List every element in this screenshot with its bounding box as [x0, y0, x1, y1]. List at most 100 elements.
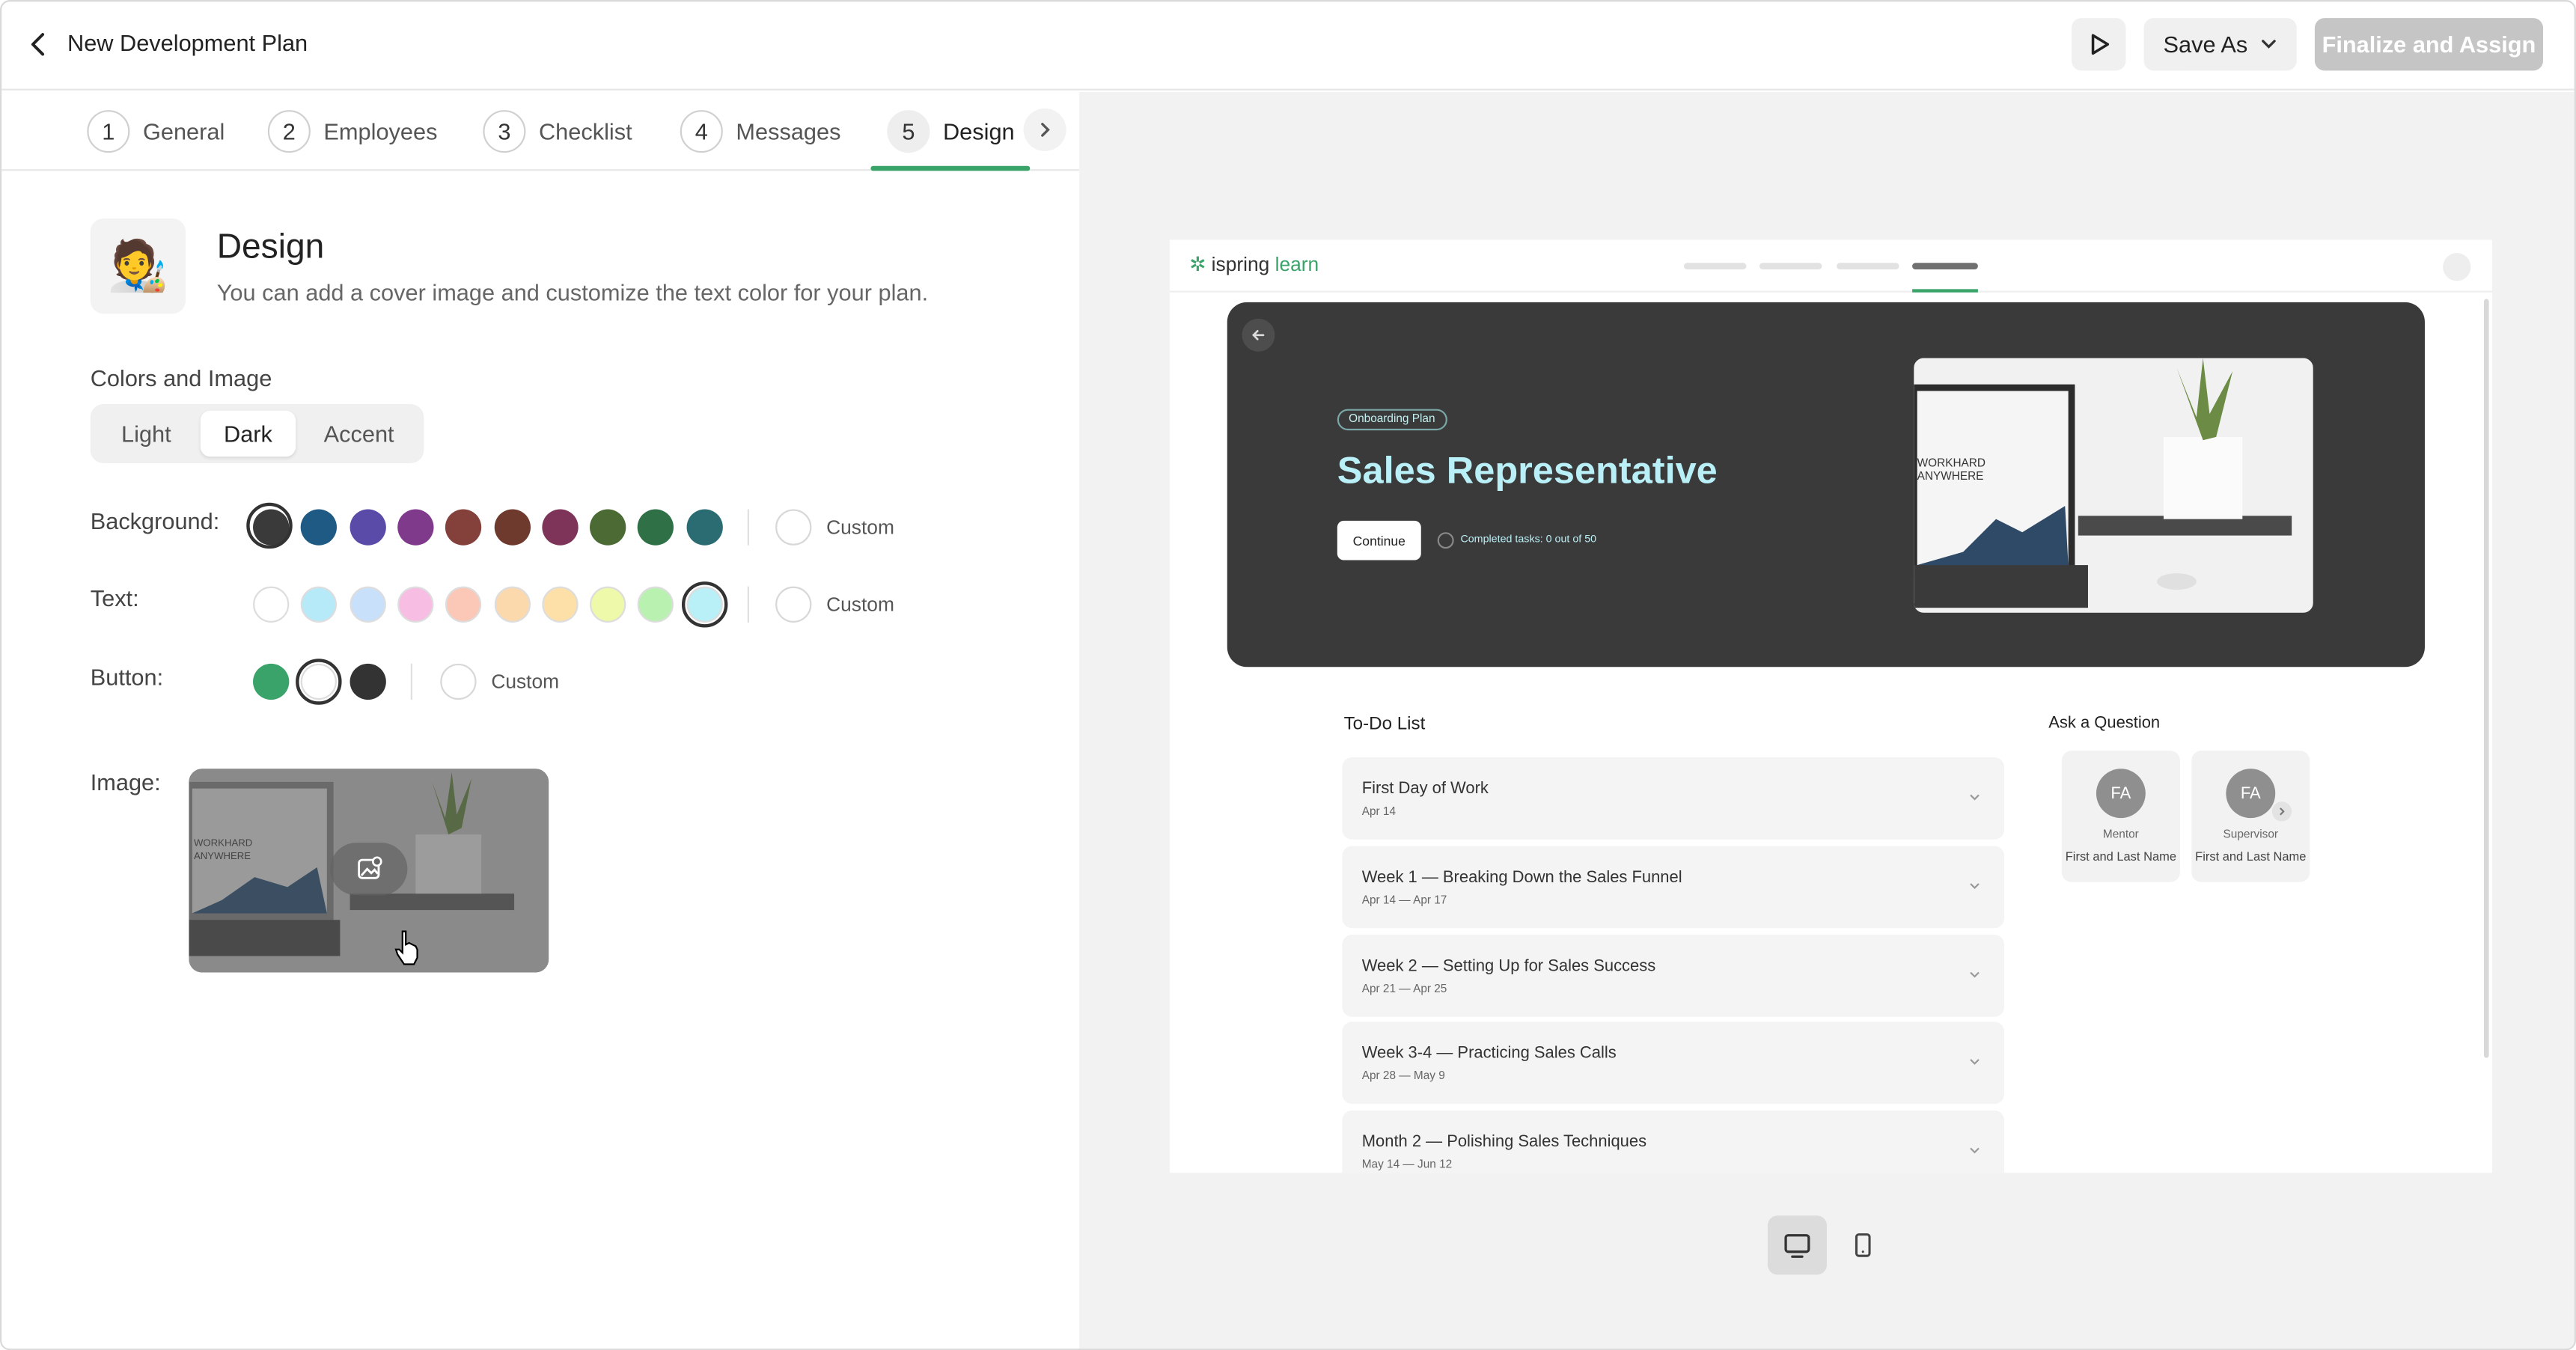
- background-color-swatch[interactable]: [541, 509, 579, 546]
- text-color-swatch[interactable]: [681, 581, 727, 628]
- tab-general[interactable]: 1 General: [87, 109, 225, 154]
- background-color-swatch[interactable]: [590, 509, 626, 546]
- person-role: Supervisor: [2223, 829, 2279, 841]
- chevron-right-icon: [2280, 807, 2285, 816]
- todo-item-title: Week 1 — Breaking Down the Sales Funnel: [1361, 869, 1682, 888]
- active-tab-indicator: [870, 165, 1031, 171]
- tab-label: General: [142, 118, 225, 145]
- avatar: FA: [2096, 769, 2146, 819]
- text-color-swatch[interactable]: [445, 586, 482, 623]
- button-color-swatch[interactable]: [349, 663, 385, 700]
- todo-item-date: Apr 21 — Apr 25: [1361, 983, 1447, 996]
- play-icon: [2090, 34, 2108, 55]
- svg-text:ANYWHERE: ANYWHERE: [1917, 470, 1984, 483]
- todo-item-title: Month 2 — Polishing Sales Techniques: [1361, 1133, 1647, 1152]
- chevron-down-icon: [1970, 883, 1980, 890]
- theme-segmented-control: Light Dark Accent: [90, 403, 424, 464]
- text-color-swatch[interactable]: [349, 586, 385, 623]
- button-custom-swatch[interactable]: [440, 663, 477, 700]
- hand-cursor-icon: [394, 929, 421, 965]
- theme-option-light[interactable]: Light: [99, 411, 194, 456]
- todo-list-title: To-Do List: [1343, 714, 1426, 735]
- text-color-swatch[interactable]: [253, 586, 290, 623]
- background-color-swatch[interactable]: [246, 502, 293, 549]
- step-number: 1: [87, 110, 130, 153]
- plan-hero-banner: Onboarding Plan Sales Representative Con…: [1227, 302, 2425, 668]
- text-color-swatch[interactable]: [397, 586, 434, 623]
- person-role: Mentor: [2102, 829, 2139, 841]
- hero-back-button: [1242, 318, 1275, 352]
- todo-item-date: Apr 14 — Apr 17: [1361, 895, 1447, 907]
- person-name: First and Last Name: [2065, 849, 2176, 864]
- button-color-swatch[interactable]: [253, 663, 290, 700]
- todo-item-title: Week 2 — Setting Up for Sales Success: [1361, 957, 1656, 976]
- tab-label: Messages: [736, 118, 841, 145]
- tab-checklist[interactable]: 3 Checklist: [483, 109, 632, 154]
- ask-a-question-title: Ask a Question: [2048, 714, 2161, 733]
- divider: [410, 663, 412, 700]
- background-color-swatch[interactable]: [397, 509, 434, 546]
- avatar: FA: [2226, 769, 2276, 819]
- section-title: Design: [216, 228, 325, 266]
- todo-item-title: Week 3-4 — Practicing Sales Calls: [1361, 1045, 1617, 1063]
- preview-scrollbar: [2483, 299, 2489, 1058]
- background-color-swatch[interactable]: [638, 509, 674, 546]
- tab-employees[interactable]: 2 Employees: [267, 109, 437, 154]
- todo-item: Week 2 — Setting Up for Sales Success Ap…: [1342, 935, 2005, 1017]
- background-color-swatch[interactable]: [493, 509, 530, 546]
- plan-type-badge: Onboarding Plan: [1337, 409, 1447, 431]
- step-number: 4: [680, 110, 723, 153]
- theme-option-dark[interactable]: Dark: [200, 410, 296, 457]
- text-color-swatch[interactable]: [541, 586, 579, 623]
- svg-text:WORKHARD: WORKHARD: [194, 837, 252, 848]
- design-emoji-icon: 🧑‍🎨: [90, 218, 186, 314]
- text-color-swatch[interactable]: [493, 586, 530, 623]
- theme-option-accent[interactable]: Accent: [304, 411, 414, 456]
- text-color-swatch[interactable]: [590, 586, 626, 623]
- save-as-button[interactable]: Save As: [2143, 18, 2297, 71]
- chevron-down-icon: [1970, 1059, 1980, 1065]
- desktop-icon: [1784, 1234, 1810, 1258]
- back-chevron-icon[interactable]: [25, 30, 55, 60]
- page-title: New Development Plan: [67, 29, 308, 56]
- mobile-icon: [1855, 1233, 1871, 1257]
- text-color-swatch[interactable]: [301, 586, 338, 623]
- chevron-down-icon: [1970, 971, 1980, 978]
- mobile-view-button[interactable]: [1834, 1215, 1893, 1274]
- top-bar: New Development Plan Save As Finalize an…: [1, 1, 2575, 91]
- nav-active-indicator: [1912, 289, 1978, 293]
- tab-design[interactable]: 5 Design: [887, 109, 1015, 154]
- background-custom-swatch[interactable]: [775, 509, 812, 546]
- change-image-button[interactable]: [330, 843, 408, 896]
- mentor-card: FA Mentor First and Last Name: [2061, 751, 2180, 882]
- todo-item-date: May 14 — Jun 12: [1361, 1159, 1453, 1172]
- background-color-swatch[interactable]: [686, 509, 723, 546]
- background-color-swatch[interactable]: [349, 509, 385, 546]
- todo-item: Week 1 — Breaking Down the Sales Funnel …: [1342, 846, 2005, 929]
- logo-prefix: ispring: [1211, 253, 1270, 276]
- background-color-swatch[interactable]: [301, 509, 338, 546]
- plan-title: Sales Representative: [1337, 448, 1718, 492]
- person-name: First and Last Name: [2195, 849, 2307, 864]
- cover-image-picture: WORKHARD ANYWHERE: [1914, 358, 2313, 613]
- svg-text:WORKHARD: WORKHARD: [1917, 456, 1986, 469]
- app-window: New Development Plan Save As Finalize an…: [0, 0, 2576, 1350]
- progress-ring-icon: [1437, 532, 1454, 549]
- section-subtitle: You can add a cover image and customize …: [216, 279, 929, 306]
- finalize-and-assign-button[interactable]: Finalize and Assign: [2314, 18, 2544, 71]
- text-custom-swatch[interactable]: [775, 586, 812, 623]
- plan-preview: ✲ ispring learn Onboarding Plan Sales Re…: [1169, 239, 2492, 1173]
- people-next-button: [2271, 801, 2292, 822]
- desktop-view-button[interactable]: [1767, 1215, 1827, 1275]
- todo-item-date: Apr 14: [1361, 806, 1397, 819]
- tabs-scroll-right-button[interactable]: [1023, 108, 1066, 151]
- background-color-swatch[interactable]: [445, 509, 482, 546]
- preview-play-button[interactable]: [2072, 18, 2126, 71]
- nav-placeholder: [1837, 263, 1899, 269]
- continue-button: Continue: [1337, 520, 1421, 561]
- text-color-swatch[interactable]: [638, 586, 674, 623]
- chevron-down-icon: [1970, 794, 1980, 801]
- button-color-swatch[interactable]: [296, 659, 343, 705]
- tab-messages[interactable]: 4 Messages: [680, 109, 841, 154]
- todo-item: Month 2 — Polishing Sales Techniques May…: [1342, 1110, 2005, 1173]
